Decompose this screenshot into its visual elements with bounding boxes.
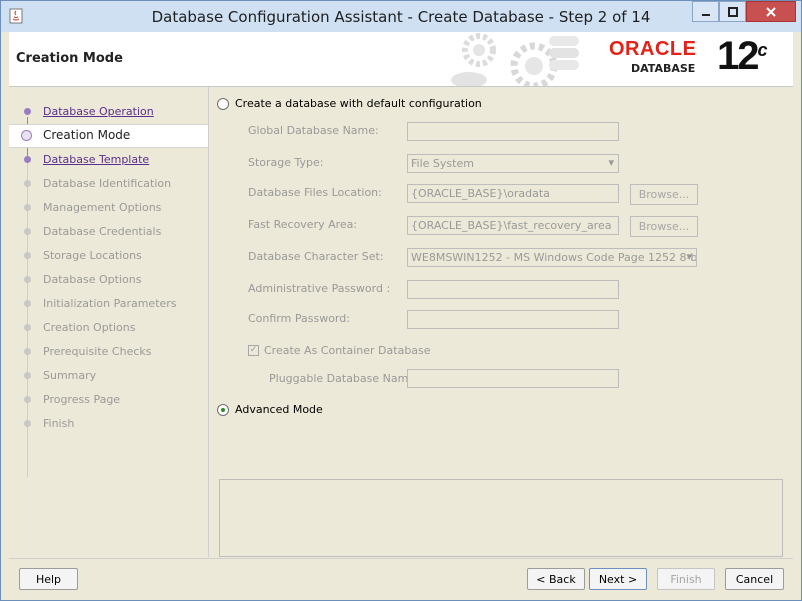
container-db-checkbox[interactable]: ✓ <box>248 345 259 356</box>
default-config-radio[interactable] <box>217 97 229 110</box>
step-label: Progress Page <box>43 393 121 406</box>
step-pending-icon <box>24 252 31 259</box>
step-prerequisite-checks: Prerequisite Checks <box>9 341 208 363</box>
step-label: Initialization Parameters <box>43 297 177 310</box>
default-config-option[interactable]: Create a database with default configura… <box>217 97 482 110</box>
advanced-mode-option[interactable]: Advanced Mode <box>217 403 323 416</box>
confirm-password-input[interactable] <box>407 310 619 329</box>
fast-recovery-area-input[interactable]: {ORACLE_BASE}\fast_recovery_area <box>407 216 619 235</box>
db-files-location-input[interactable]: {ORACLE_BASE}\oradata <box>407 184 619 203</box>
wizard-footer: Help < Back Next > Finish Cancel <box>9 558 793 599</box>
dbca-window: Database Configuration Assistant - Creat… <box>0 0 802 601</box>
step-pending-icon <box>24 204 31 211</box>
step-initialization-parameters: Initialization Parameters <box>9 293 208 315</box>
window-title: Database Configuration Assistant - Creat… <box>151 8 651 26</box>
step-progress-page: Progress Page <box>9 389 208 411</box>
global-db-name-label: Global Database Name: <box>248 124 379 137</box>
step-label: Creation Mode <box>43 128 131 142</box>
step-creation-mode[interactable]: Creation Mode <box>9 124 208 148</box>
step-creation-options: Creation Options <box>9 317 208 339</box>
step-pending-icon <box>24 420 31 427</box>
storage-type-label: Storage Type: <box>248 156 324 169</box>
fast-recovery-area-label: Fast Recovery Area: <box>248 218 358 231</box>
gears-graphic <box>451 33 579 86</box>
step-label: Database Template <box>43 153 150 166</box>
container-db-label: Create As Container Database <box>264 344 431 357</box>
advanced-mode-label: Advanced Mode <box>235 403 323 416</box>
finish-button[interactable]: Finish <box>657 568 715 590</box>
step-pending-icon <box>24 324 31 331</box>
step-done-icon <box>24 108 31 115</box>
help-button[interactable]: Help <box>19 568 78 590</box>
step-header: Creation Mode ORACLE DATABASE 12c <box>9 32 793 87</box>
db-files-browse-button[interactable]: Browse... <box>630 184 698 205</box>
version-suffix: c <box>757 40 768 60</box>
step-label: Summary <box>43 369 97 382</box>
oracle-wordmark: ORACLE <box>609 38 697 60</box>
advanced-mode-radio[interactable] <box>217 403 229 416</box>
admin-password-input[interactable] <box>407 280 619 299</box>
step-label: Database Operation <box>43 105 154 118</box>
step-label: Database Options <box>43 273 142 286</box>
close-button[interactable] <box>746 1 796 22</box>
title-bar: Database Configuration Assistant - Creat… <box>1 1 801 32</box>
oracle-database-label: DATABASE <box>631 62 696 75</box>
step-label: Storage Locations <box>43 249 142 262</box>
db-files-location-label: Database Files Location: <box>248 186 382 199</box>
page-title: Creation Mode <box>16 51 123 66</box>
step-pending-icon <box>24 228 31 235</box>
message-area <box>219 479 783 557</box>
container-db-option[interactable]: ✓ Create As Container Database <box>248 344 431 357</box>
step-label: Database Credentials <box>43 225 162 238</box>
step-label: Database Identification <box>43 177 172 190</box>
step-management-options: Management Options <box>9 197 208 219</box>
step-label: Finish <box>43 417 75 430</box>
step-database-operation[interactable]: Database Operation <box>9 101 208 123</box>
charset-select[interactable]: WE8MSWIN1252 - MS Windows Code Page 1252… <box>407 248 697 267</box>
step-done-icon <box>24 156 31 163</box>
minimize-icon <box>701 13 710 16</box>
oracle-logo: ORACLE DATABASE <box>609 38 709 75</box>
maximize-icon <box>727 6 738 17</box>
step-database-template[interactable]: Database Template <box>9 149 208 171</box>
step-finish: Finish <box>9 413 208 435</box>
admin-password-label: Administrative Password : <box>248 282 391 295</box>
version-badge: 12c <box>717 34 768 79</box>
step-pending-icon <box>24 180 31 187</box>
pluggable-db-name-input[interactable] <box>407 369 619 388</box>
step-label: Creation Options <box>43 321 136 334</box>
step-pending-icon <box>24 276 31 283</box>
charset-label: Database Character Set: <box>248 250 384 263</box>
close-icon <box>766 6 776 17</box>
step-label: Prerequisite Checks <box>43 345 152 358</box>
back-button[interactable]: < Back <box>527 568 585 590</box>
default-config-label: Create a database with default configura… <box>235 97 482 110</box>
step-navigator: Database Operation Creation Mode Databas… <box>9 87 209 557</box>
storage-type-select[interactable]: File System <box>407 154 619 173</box>
pluggable-db-name-label: Pluggable Database Name: <box>269 372 419 385</box>
step-label: Management Options <box>43 201 162 214</box>
next-button[interactable]: Next > <box>589 568 647 590</box>
maximize-button[interactable] <box>719 1 746 22</box>
version-number: 12 <box>717 34 759 78</box>
step-pending-icon <box>24 372 31 379</box>
step-pending-icon <box>24 396 31 403</box>
step-database-options: Database Options <box>9 269 208 291</box>
creation-mode-panel: Create a database with default configura… <box>209 87 793 557</box>
confirm-password-label: Confirm Password: <box>248 312 350 325</box>
step-database-identification: Database Identification <box>9 173 208 195</box>
step-storage-locations: Storage Locations <box>9 245 208 267</box>
step-pending-icon <box>24 348 31 355</box>
fast-recovery-browse-button[interactable]: Browse... <box>630 216 698 237</box>
step-current-icon <box>21 130 32 141</box>
minimize-button[interactable] <box>692 1 719 22</box>
step-summary: Summary <box>9 365 208 387</box>
cancel-button[interactable]: Cancel <box>725 568 784 590</box>
step-database-credentials: Database Credentials <box>9 221 208 243</box>
global-db-name-input[interactable] <box>407 122 619 141</box>
step-pending-icon <box>24 300 31 307</box>
